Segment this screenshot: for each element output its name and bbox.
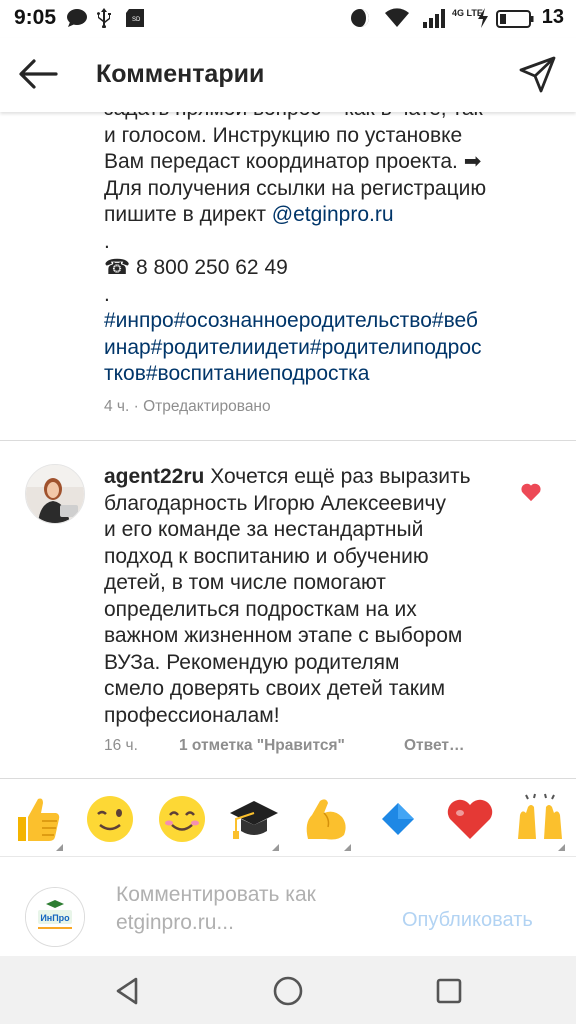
heart-icon[interactable] <box>520 482 542 502</box>
inpro-logo-icon: ИнПро <box>26 888 84 946</box>
comment-line: благодарность Игорю Алексеевичу <box>104 491 446 515</box>
comment-username[interactable]: agent22ru <box>104 465 204 488</box>
caption-line: и голосом. Инструкцию по установке <box>104 123 463 147</box>
app-header: Комментарии <box>0 38 576 112</box>
reply-button[interactable]: Ответ… <box>404 737 464 755</box>
hashtag-link[interactable]: #инпро#осознанноеродительство#веб <box>104 308 544 335</box>
thumbs-up-emoji[interactable] <box>12 793 64 845</box>
back-arrow-icon[interactable] <box>14 54 62 94</box>
comment-time: 16 ч. <box>104 737 138 754</box>
comment-line: смело доверять своих детей таким <box>104 677 446 700</box>
comment-text: Хочется ещё раз выразить <box>204 465 471 488</box>
status-bar: 9:05 SD 4G LTE 13 <box>0 0 576 38</box>
home-circle-icon[interactable] <box>271 974 305 1008</box>
variant-indicator <box>272 844 279 851</box>
likes-count-link[interactable]: 1 отметка "Нравится" <box>179 737 345 755</box>
divider <box>0 440 576 441</box>
winking-face-emoji[interactable] <box>84 793 136 845</box>
publish-button[interactable]: Опубликовать <box>402 909 533 932</box>
red-heart-emoji[interactable] <box>444 793 496 845</box>
caption-line: задать прямой вопрос – как в чате, так <box>104 112 544 123</box>
comment-line: важном жизненном этапе с выбором <box>104 624 463 647</box>
comment-line: определиться подросткам на их <box>104 597 417 621</box>
comment-line: и его команде за нестандартный <box>104 518 424 541</box>
comments-list[interactable]: задать прямой вопрос – как в чате, так и… <box>0 112 576 778</box>
comment-input-placeholder: etginpro.ru... <box>116 911 234 934</box>
raising-hands-emoji[interactable] <box>514 793 566 845</box>
svg-text:SD: SD <box>132 17 141 23</box>
caption-dot: . <box>104 229 110 253</box>
hashtag-link[interactable]: инар#родителиидети#родителиподрос <box>104 335 544 362</box>
chat-icon <box>67 9 87 27</box>
variant-indicator <box>56 844 63 851</box>
recents-square-icon[interactable] <box>432 974 466 1008</box>
paper-plane-icon[interactable] <box>518 54 558 94</box>
comment-line: детей, в том числе помогают <box>104 571 386 594</box>
comment-input[interactable]: Комментировать как etginpro.ru... <box>116 881 386 937</box>
status-time: 9:05 <box>14 6 57 29</box>
blue-diamond-emoji[interactable] <box>372 793 424 845</box>
comment-composer: ИнПро Комментировать как etginpro.ru... … <box>0 856 576 957</box>
hashtag-link[interactable]: тков#воспитаниеподростка <box>104 361 544 388</box>
back-triangle-icon[interactable] <box>110 974 144 1008</box>
comment-body: agent22ru Хочется ещё раз выразить благо… <box>104 464 524 729</box>
graduation-cap-emoji[interactable] <box>228 793 280 845</box>
do-not-disturb-icon <box>351 9 369 27</box>
caption-dot: . <box>104 282 110 306</box>
wifi-icon <box>385 8 409 27</box>
charging-icon <box>478 8 488 28</box>
battery-icon <box>496 10 534 28</box>
my-avatar: ИнПро <box>25 887 85 947</box>
comment-line: ВУЗа. Рекомендую родителям <box>104 650 400 674</box>
battery-level: 13 <box>541 6 564 28</box>
mention-link[interactable]: @etginpro.ru <box>272 203 394 226</box>
comment-input-placeholder: Комментировать как <box>116 883 316 906</box>
system-nav-bar <box>0 956 576 1024</box>
user-photo-icon <box>26 465 84 523</box>
comment-line: agent22ru Хочется ещё раз выразить <box>104 464 524 491</box>
variant-indicator <box>344 844 351 851</box>
comment-line: подход к воспитанию и обучению <box>104 544 429 568</box>
variant-indicator <box>558 844 565 851</box>
smiling-face-emoji[interactable] <box>156 793 208 845</box>
signal-icon <box>423 9 445 28</box>
caption-meta: 4 ч. · Отредактировано <box>104 398 271 415</box>
phone-number: ☎ 8 800 250 62 49 <box>104 256 288 279</box>
caption-line: Вам передаст координатор проекта. ➡ <box>104 150 482 173</box>
sd-card-icon: SD <box>126 9 144 27</box>
flexed-biceps-emoji[interactable] <box>300 793 352 845</box>
comment-caption-body: задать прямой вопрос – как в чате, так и… <box>104 112 544 388</box>
avatar[interactable] <box>25 464 85 524</box>
comment-line: профессионалам! <box>104 703 280 727</box>
caption-line: пишите в директ @etginpro.ru <box>104 202 544 229</box>
page-title: Комментарии <box>96 60 265 88</box>
usb-icon <box>97 8 111 28</box>
emoji-quick-bar <box>0 778 576 857</box>
logo-text: ИнПро <box>40 913 70 923</box>
caption-text: пишите в директ <box>104 203 272 226</box>
caption-line: Для получения ссылки на регистрацию <box>104 176 487 200</box>
